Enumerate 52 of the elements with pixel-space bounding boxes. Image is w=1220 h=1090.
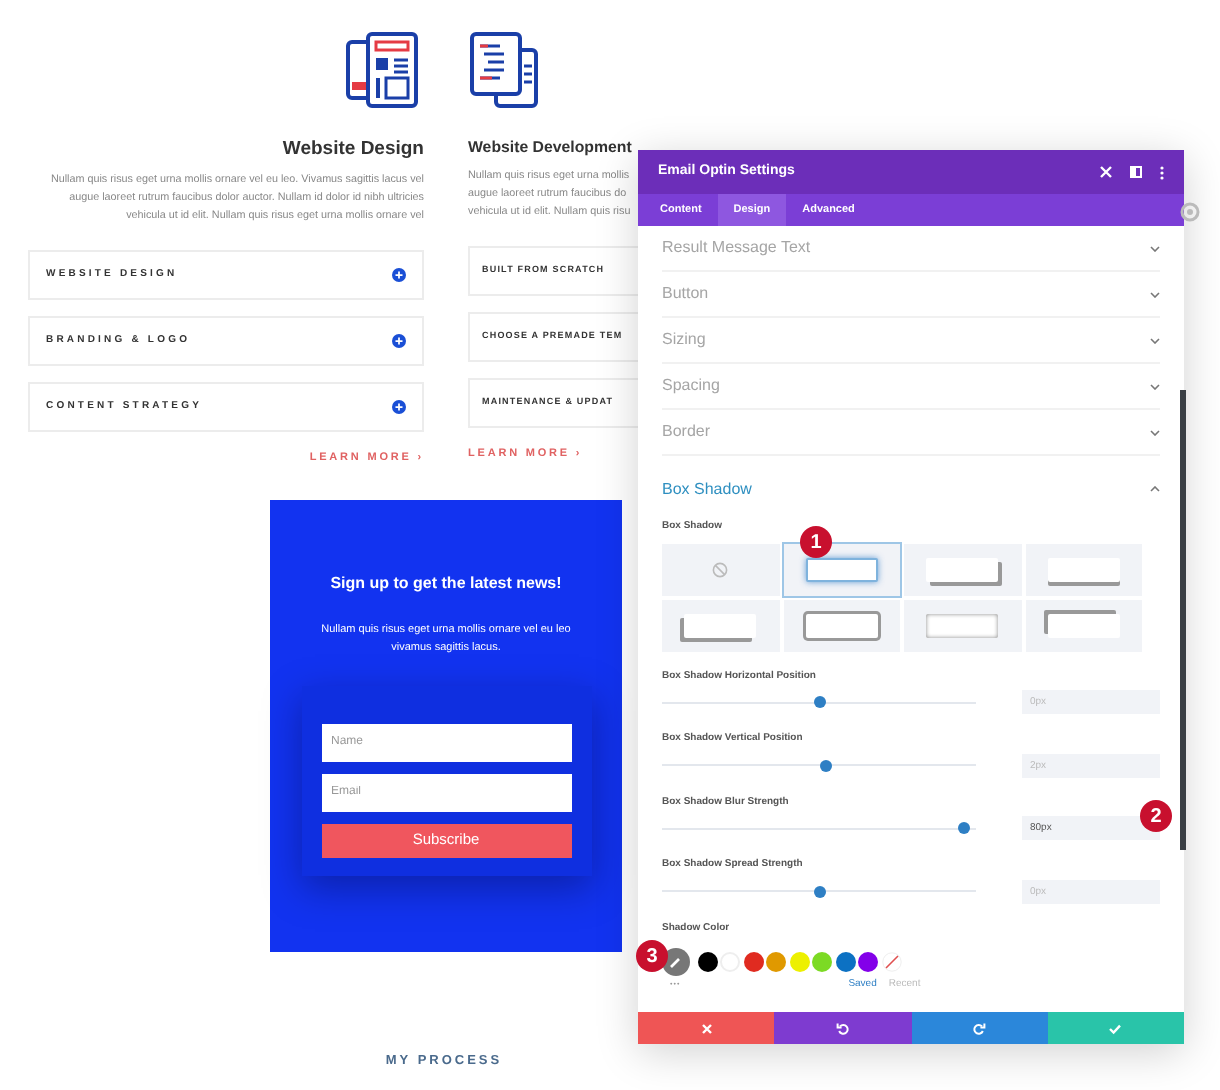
- no-color-icon[interactable]: [881, 952, 901, 972]
- slider-thumb[interactable]: [819, 759, 832, 771]
- chevron-down-icon[interactable]: [1150, 429, 1160, 435]
- shadow-sample-icon: [684, 613, 757, 637]
- shadow-sample-icon: [926, 613, 999, 637]
- color-swatch[interactable]: [812, 952, 832, 972]
- chevron-down-icon[interactable]: [1150, 291, 1160, 297]
- chevron-down-icon[interactable]: [1150, 245, 1160, 251]
- check-icon: [1108, 1021, 1123, 1035]
- color-swatch[interactable]: [789, 952, 809, 972]
- close-icon[interactable]: [1100, 166, 1112, 178]
- shadow-sample-icon: [805, 613, 878, 637]
- slider-thumb[interactable]: [813, 696, 825, 708]
- color-swatch[interactable]: [835, 952, 855, 972]
- settings-icon[interactable]: [1180, 202, 1200, 222]
- slider-thumb[interactable]: [813, 885, 825, 897]
- shadow-preset[interactable]: [662, 599, 779, 651]
- split-view-icon[interactable]: [1130, 166, 1142, 178]
- slider-thumb[interactable]: [957, 822, 970, 834]
- section-header[interactable]: Result Message Text: [662, 236, 811, 260]
- color-swatch[interactable]: [697, 952, 717, 972]
- color-swatch[interactable]: [720, 952, 740, 972]
- signup-title: Sign up to get the latest news!: [330, 571, 562, 595]
- service-title: Website Design: [282, 136, 424, 164]
- shadow-sample-icon: [1047, 557, 1120, 581]
- shadow-preset[interactable]: [783, 599, 900, 651]
- close-icon: [699, 1021, 714, 1035]
- section-header[interactable]: Sizing: [662, 328, 706, 352]
- color-swatch[interactable]: [743, 952, 763, 972]
- scrollbar[interactable]: [1180, 390, 1186, 850]
- chevron-down-icon[interactable]: [1150, 383, 1160, 389]
- shadow-preset[interactable]: [904, 543, 1021, 595]
- shadow-sample-icon: [926, 557, 999, 581]
- layout-icon: [344, 30, 424, 110]
- section-header[interactable]: Spacing: [662, 374, 720, 398]
- chevron-down-icon[interactable]: [1150, 337, 1160, 343]
- plus-circle-icon[interactable]: [392, 400, 406, 415]
- plus-circle-icon[interactable]: [392, 334, 406, 349]
- shadow-preset[interactable]: [1025, 599, 1142, 651]
- color-swatch[interactable]: [858, 952, 878, 972]
- no-shadow-icon: [712, 561, 729, 577]
- color-swatch[interactable]: [766, 952, 786, 972]
- shadow-sample-icon: [805, 557, 878, 581]
- section-header[interactable]: Border: [662, 420, 711, 444]
- plus-circle-icon[interactable]: [392, 268, 406, 283]
- shadow-preset[interactable]: [1025, 543, 1142, 595]
- redo-icon: [972, 1021, 987, 1035]
- section-header[interactable]: Button: [662, 282, 709, 306]
- shadow-sample-icon: [1047, 613, 1120, 637]
- chevron-up-icon[interactable]: [1150, 486, 1160, 492]
- undo-icon: [835, 1021, 850, 1035]
- section-header[interactable]: Box Shadow: [662, 477, 752, 501]
